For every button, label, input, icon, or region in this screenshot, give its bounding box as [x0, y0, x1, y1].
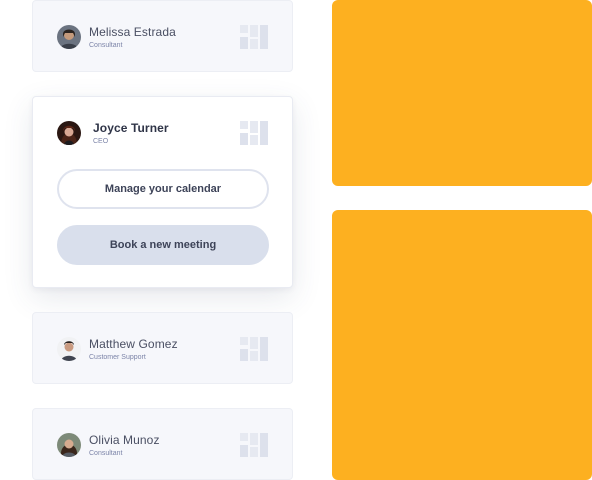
manage-calendar-button[interactable]: Manage your calendar — [57, 169, 269, 209]
contact-name: Matthew Gomez — [89, 336, 178, 351]
contact-role: Consultant — [89, 449, 123, 457]
bar-chart-icon — [240, 433, 268, 457]
contact-role: CEO — [93, 137, 109, 145]
contact-card-joyce[interactable]: Joyce Turner CEO Manage your calendar Bo… — [32, 96, 293, 288]
contact-card-olivia[interactable]: Olivia Munoz Consultant — [32, 408, 293, 480]
avatar — [57, 25, 81, 49]
contact-person: Joyce Turner CEO — [57, 121, 169, 145]
accent-panel-top — [332, 0, 592, 186]
contact-role: Customer Support — [89, 353, 146, 361]
book-meeting-button[interactable]: Book a new meeting — [57, 225, 269, 265]
contact-card-matthew[interactable]: Matthew Gomez Customer Support — [32, 312, 293, 384]
scheduler-preview: Melissa Estrada Consultant Joyce Turner … — [0, 0, 592, 480]
avatar — [57, 433, 81, 457]
contact-person: Melissa Estrada Consultant — [57, 25, 176, 49]
contact-role: Consultant — [89, 41, 123, 49]
contact-name: Olivia Munoz — [89, 432, 160, 447]
contact-person: Matthew Gomez Customer Support — [57, 337, 178, 361]
contact-name: Melissa Estrada — [89, 24, 176, 39]
bar-chart-icon — [240, 25, 268, 49]
bar-chart-icon — [240, 337, 268, 361]
contact-name: Joyce Turner — [93, 120, 169, 135]
avatar — [57, 337, 81, 361]
accent-panel-bottom — [332, 210, 592, 480]
avatar — [57, 121, 81, 145]
contact-person: Olivia Munoz Consultant — [57, 433, 160, 457]
bar-chart-icon — [240, 121, 268, 145]
contact-card-melissa[interactable]: Melissa Estrada Consultant — [32, 0, 293, 72]
